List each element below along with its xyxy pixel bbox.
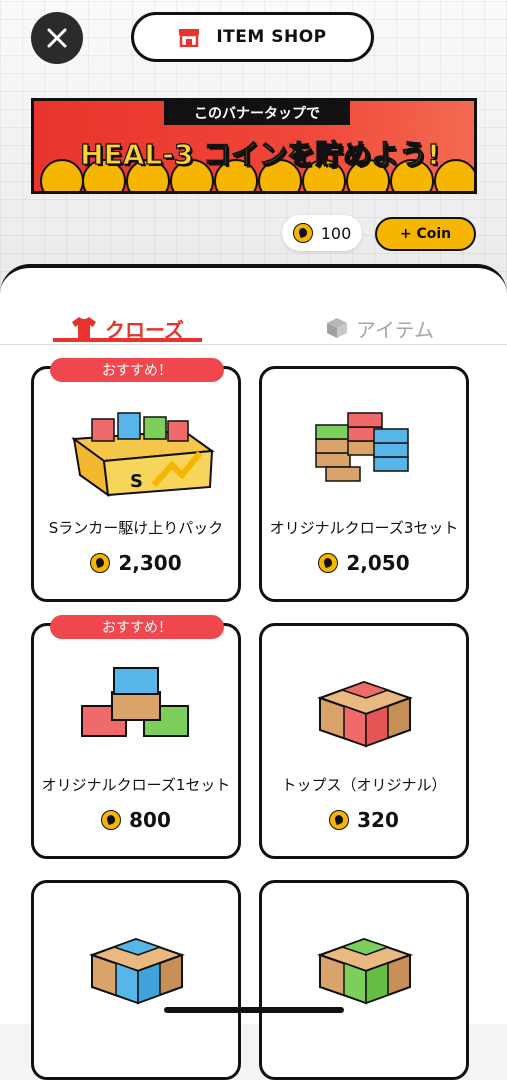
close-icon [47, 28, 67, 48]
price-value: 800 [129, 808, 171, 832]
clothes-3-set-image [315, 412, 409, 482]
tab-divider [0, 344, 507, 345]
recommended-badge: おすすめ！ [50, 358, 224, 382]
product-price: 320 [262, 808, 466, 832]
product-name: Sランカー駆け上りパック [48, 519, 224, 537]
shop-icon [179, 29, 200, 47]
tops-box-image [317, 680, 413, 748]
banner-top-text: このバナータップで [164, 101, 350, 125]
recommended-badge: おすすめ！ [50, 615, 224, 639]
product-name: オリジナルクローズ3セット [269, 519, 459, 537]
tab-items[interactable]: アイテム [326, 308, 434, 348]
price-value: 2,050 [346, 551, 410, 575]
close-button[interactable] [31, 12, 83, 64]
tab-clothes[interactable]: クローズ [71, 308, 184, 348]
blue-box-image [89, 937, 185, 1005]
product-name: トップス（オリジナル） [281, 776, 447, 794]
svg-text:S: S [130, 471, 143, 492]
product-card[interactable]: トップス（オリジナル） 320 [259, 623, 469, 859]
rank-pack-image: S [71, 412, 215, 498]
coin-icon [101, 810, 122, 830]
product-card[interactable] [31, 880, 241, 1080]
shirt-icon [72, 317, 96, 339]
product-card[interactable]: おすすめ！ S Sランカー駆け上りパック 2,300 [31, 358, 241, 602]
price-value: 320 [357, 808, 399, 832]
coin-icon [292, 223, 313, 243]
banner-main-text: HEAL-3 コインを貯めよう! [80, 137, 441, 171]
coin-balance: 100 [282, 215, 362, 251]
add-coin-button[interactable]: + Coin [375, 217, 476, 251]
product-card[interactable]: オリジナルクローズ3セット 2,050 [259, 366, 469, 602]
cube-icon [327, 318, 347, 338]
promo-banner[interactable]: このバナータップで HEAL-3 コインを貯めよう! [31, 98, 477, 194]
active-tab-indicator [53, 338, 202, 342]
clothes-1-set-image [81, 667, 189, 737]
page-title: ITEM SHOP [216, 27, 327, 47]
product-name: オリジナルクローズ1セット [41, 776, 231, 794]
product-card[interactable]: おすすめ！ オリジナルクローズ1セット 800 [31, 615, 241, 859]
home-indicator[interactable] [164, 1007, 344, 1013]
product-price: 800 [34, 808, 238, 832]
coin-icon [329, 810, 350, 830]
coin-balance-value: 100 [320, 223, 352, 243]
coin-icon [90, 553, 111, 573]
product-price: 2,300 [34, 551, 238, 575]
product-price: 2,050 [262, 551, 466, 575]
green-box-image [317, 937, 413, 1005]
product-card[interactable] [259, 880, 469, 1080]
page-title-pill: ITEM SHOP [131, 12, 374, 62]
price-value: 2,300 [118, 551, 182, 575]
coin-icon [318, 553, 339, 573]
tab-label: アイテム [356, 317, 434, 342]
